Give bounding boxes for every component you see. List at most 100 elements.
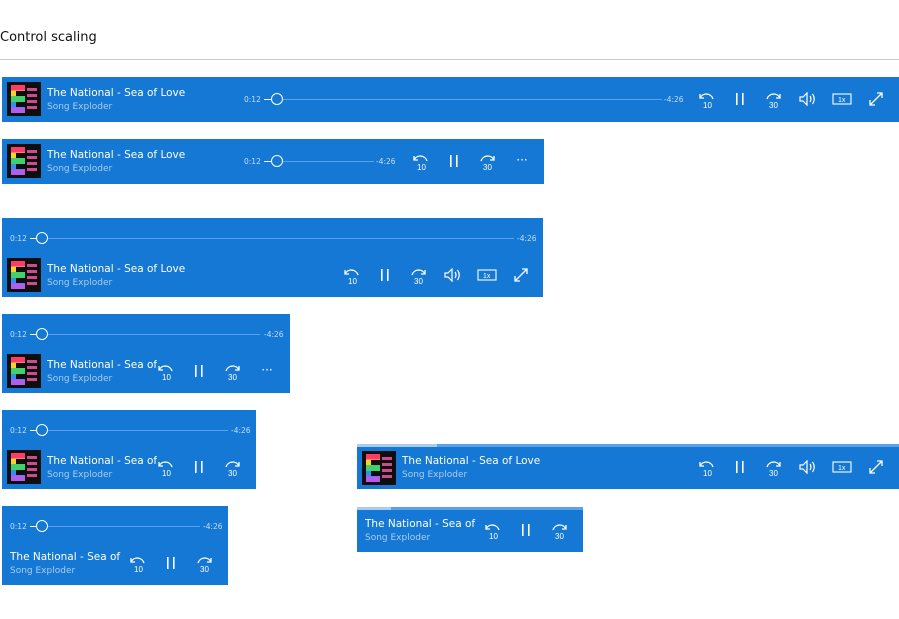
skip-forward-button[interactable]: 30 <box>476 150 500 174</box>
skip-back-10-icon: 10 <box>485 524 500 541</box>
skip-forward-30-icon: 30 <box>480 155 495 172</box>
track-artist: Song Exploder <box>47 374 113 384</box>
skip-forward-30-icon: 30 <box>766 93 781 110</box>
elapsed-time: 0:12 <box>10 234 27 243</box>
media-player-tworow-minimal: 0:12 -4:26 The National - Sea of Lc Song… <box>2 506 228 585</box>
media-player-tworow-wide: 0:12 -4:26 The National - Sea of Love So… <box>2 218 543 297</box>
page-title: Control scaling <box>0 30 97 45</box>
svg-text:30: 30 <box>228 469 237 478</box>
album-art <box>7 258 41 292</box>
media-player-tworow-narrow: 0:12 -4:26 The National - Sea of Song Ex… <box>2 314 290 393</box>
skip-forward-button[interactable]: 30 <box>548 519 572 543</box>
pause-icon <box>736 93 744 105</box>
remaining-time: -4:26 <box>231 426 251 435</box>
track-title: The National - Sea of Love <box>47 263 186 275</box>
skip-back-button[interactable]: 10 <box>125 552 149 576</box>
svg-text:10: 10 <box>348 277 357 286</box>
skip-forward-button[interactable]: 30 <box>221 360 245 384</box>
track-artist: Song Exploder <box>47 102 113 112</box>
seek-thumb[interactable] <box>36 232 48 244</box>
pause-icon <box>167 557 175 569</box>
more-button[interactable]: ··· <box>510 148 534 172</box>
seek-track[interactable] <box>30 526 200 527</box>
track-artist: Song Exploder <box>47 278 113 288</box>
seek-thumb[interactable] <box>36 328 48 340</box>
svg-text:30: 30 <box>228 373 237 382</box>
more-icon: ··· <box>261 363 273 377</box>
album-art <box>362 451 396 485</box>
skip-forward-30-icon: 30 <box>225 365 240 382</box>
pause-button[interactable] <box>373 263 397 287</box>
fullscreen-button[interactable] <box>864 455 888 479</box>
pause-button[interactable] <box>728 87 752 111</box>
pause-button[interactable] <box>728 455 752 479</box>
skip-back-button[interactable]: 10 <box>339 264 363 288</box>
remaining-time: -4:26 <box>517 234 537 243</box>
skip-back-10-icon: 10 <box>413 155 428 172</box>
seek-track[interactable] <box>30 334 260 335</box>
skip-back-button[interactable]: 10 <box>694 88 718 112</box>
skip-forward-button[interactable]: 30 <box>221 456 245 480</box>
skip-back-button[interactable]: 10 <box>153 360 177 384</box>
more-button[interactable]: ··· <box>255 358 279 382</box>
fullscreen-button[interactable] <box>509 263 533 287</box>
skip-back-10-icon: 10 <box>699 461 714 478</box>
skip-back-button[interactable]: 10 <box>694 456 718 480</box>
volume-button[interactable] <box>796 455 820 479</box>
fullscreen-icon <box>869 460 883 474</box>
playback-rate-button[interactable]: 1x <box>830 455 854 479</box>
divider <box>0 59 899 60</box>
svg-text:30: 30 <box>769 101 778 110</box>
pause-button[interactable] <box>187 359 211 383</box>
pause-button[interactable] <box>159 551 183 575</box>
skip-back-button[interactable]: 10 <box>408 150 432 174</box>
skip-back-button[interactable]: 10 <box>153 456 177 480</box>
track-title: The National - Sea of Lc <box>10 551 122 563</box>
volume-button[interactable] <box>796 87 820 111</box>
skip-back-button[interactable]: 10 <box>480 519 504 543</box>
svg-text:10: 10 <box>489 532 498 541</box>
media-player-medium: The National - Sea of Love Song Exploder… <box>2 139 544 184</box>
seek-track[interactable] <box>30 238 514 239</box>
track-title: The National - Sea of Lc <box>365 518 477 530</box>
pause-icon <box>522 524 530 536</box>
playback-rate-icon: 1x <box>832 461 852 473</box>
volume-button[interactable] <box>441 263 465 287</box>
album-art <box>7 450 41 484</box>
skip-forward-30-icon: 30 <box>552 524 567 541</box>
media-player-full: The National - Sea of Love Song Exploder… <box>2 77 899 122</box>
seek-thumb[interactable] <box>36 520 48 532</box>
pause-icon <box>450 155 458 167</box>
pause-button[interactable] <box>442 149 466 173</box>
svg-text:30: 30 <box>483 163 492 172</box>
seek-track[interactable] <box>30 430 228 431</box>
playback-rate-button[interactable]: 1x <box>830 87 854 111</box>
media-player-compact-wide: The National - Sea of Love Song Exploder… <box>357 444 899 489</box>
pause-button[interactable] <box>514 518 538 542</box>
svg-text:30: 30 <box>769 469 778 478</box>
svg-text:30: 30 <box>555 532 564 541</box>
pause-button[interactable] <box>187 455 211 479</box>
svg-text:1x: 1x <box>838 97 846 104</box>
playback-rate-icon: 1x <box>477 269 497 281</box>
pause-icon <box>195 461 203 473</box>
seek-thumb[interactable] <box>271 155 283 167</box>
media-player-tworow-small: 0:12 -4:26 The National - Sea of Song Ex… <box>2 410 256 489</box>
seek-thumb[interactable] <box>36 424 48 436</box>
elapsed-time: 0:12 <box>10 522 27 531</box>
fullscreen-button[interactable] <box>864 87 888 111</box>
skip-forward-button[interactable]: 30 <box>762 88 786 112</box>
skip-forward-button[interactable]: 30 <box>762 456 786 480</box>
skip-forward-button[interactable]: 30 <box>407 264 431 288</box>
elapsed-time: 0:12 <box>10 426 27 435</box>
progress-bar[interactable] <box>357 444 899 447</box>
playback-rate-button[interactable]: 1x <box>475 263 499 287</box>
svg-text:10: 10 <box>134 565 143 574</box>
seek-thumb[interactable] <box>271 93 283 105</box>
seek-track[interactable] <box>264 99 662 100</box>
svg-text:30: 30 <box>200 565 209 574</box>
album-art <box>7 144 41 178</box>
skip-forward-button[interactable]: 30 <box>193 552 217 576</box>
skip-back-10-icon: 10 <box>699 93 714 110</box>
track-title: The National - Sea of <box>47 455 158 467</box>
